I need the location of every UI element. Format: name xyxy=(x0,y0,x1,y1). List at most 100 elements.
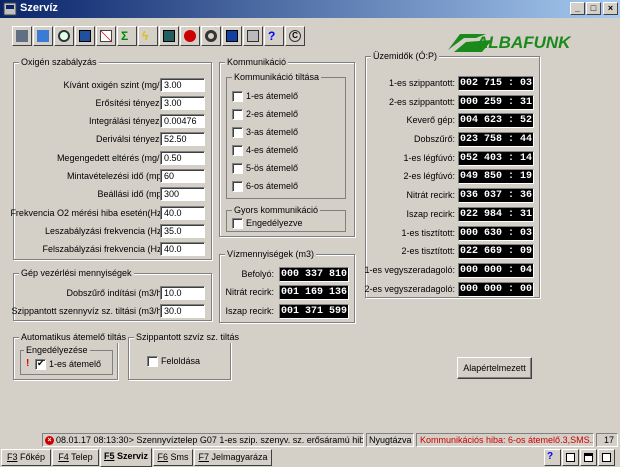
screen-icon[interactable] xyxy=(75,26,95,46)
uzem-label: 2-es tisztított: xyxy=(401,246,455,256)
oxigen-input[interactable]: 40.0 xyxy=(160,242,205,256)
gyors-title: Gyors kommunikáció xyxy=(232,205,321,216)
chart-icon[interactable] xyxy=(96,26,116,46)
uzem-label: 1-es szippantott: xyxy=(388,78,455,88)
uzem-label: 2-es vegyszeradagoló: xyxy=(364,284,455,294)
warning-icon: ! xyxy=(26,358,30,369)
uzemidok-title: Üzemidők (Ó:P) xyxy=(371,51,440,62)
tab-telep[interactable]: F4 Telep xyxy=(52,449,99,466)
oxigen-input[interactable]: 0.00476 xyxy=(160,114,205,128)
uzem-label: Nitrát recirk: xyxy=(406,190,455,200)
maximize-button[interactable]: □ xyxy=(586,2,601,15)
gep-input[interactable]: 10.0 xyxy=(160,286,205,300)
picture-icon[interactable] xyxy=(33,26,53,46)
gear-icon[interactable] xyxy=(201,26,221,46)
uzem-label: Dobszűrő: xyxy=(413,134,455,144)
uzem-label: 1-es tisztított: xyxy=(401,228,455,238)
viz-label: Nitrát recirk: xyxy=(225,287,274,297)
oxigen-input[interactable]: 3.00 xyxy=(160,78,205,92)
vizmennyisegek-group: Vízmennyiségek (m3) Befolyó: 000 337 810… xyxy=(219,249,355,323)
gep-input[interactable]: 30.0 xyxy=(160,304,205,318)
stop-icon[interactable] xyxy=(180,26,200,46)
printer-icon[interactable] xyxy=(243,26,263,46)
window-title: Szervíz xyxy=(20,2,58,14)
uzemidok-group: Üzemidők (Ó:P) 1-es szippantott: 002 715… xyxy=(364,51,540,298)
komm-checkbox-5[interactable] xyxy=(232,163,243,174)
tab-jelmagyarazat[interactable]: F7 Jelmagyaráza xyxy=(194,449,272,466)
komm-checkbox-1[interactable] xyxy=(232,91,243,102)
komm-checkbox-label: 6-os átemelő xyxy=(246,181,299,191)
oxigen-input[interactable]: 35.0 xyxy=(160,224,205,238)
komm-checkbox-6[interactable] xyxy=(232,181,243,192)
close-button[interactable]: × xyxy=(603,2,618,15)
status-error: Kommunikációs hiba: 6-os átemelő.3,SMS.2 xyxy=(416,433,594,447)
oxigen-label: Felszabályzási frekvencia (Hz): xyxy=(42,244,167,254)
gep-group: Gép vezérlési mennyiségek Dobszűrő indít… xyxy=(11,268,212,321)
windows-icon[interactable] xyxy=(222,26,242,46)
minimize-button[interactable]: _ xyxy=(570,2,585,15)
oxigen-input[interactable]: 300 xyxy=(160,187,205,201)
oxigen-label: Frekvencia O2 mérési hiba esetén(Hz): xyxy=(10,208,167,218)
oxigen-input[interactable]: 52.50 xyxy=(160,132,205,146)
komm-checkbox-2[interactable] xyxy=(232,109,243,120)
window-icon[interactable] xyxy=(562,449,579,466)
status-ack: Nyugtázva xyxy=(366,433,414,447)
tab-label: Telep xyxy=(68,452,93,462)
disk-icon[interactable] xyxy=(12,26,32,46)
oxigen-input[interactable]: 60 xyxy=(160,169,205,183)
oxigen-input[interactable]: 40.0 xyxy=(160,206,205,220)
komm-checkbox-4[interactable] xyxy=(232,145,243,156)
exit-icon[interactable] xyxy=(598,449,615,466)
status-message-panel: × 08.01.17 08:13:30> Szennyvíztelep G07 … xyxy=(42,433,364,447)
tab-fokep[interactable]: F3 Főkép xyxy=(1,449,51,466)
gep-label: Dobszűrő indítási (m3/h): xyxy=(66,288,167,298)
search-icon[interactable] xyxy=(54,26,74,46)
gep-label: Szippantott szennyvíz sz. tiltási (m3/h)… xyxy=(11,306,167,316)
tab-label: Főkép xyxy=(17,452,46,462)
szippantott-title: Szippantott szvíz sz. tiltás xyxy=(134,332,242,343)
uzem-value: 049 850 : 19 xyxy=(458,169,534,184)
tab-sms[interactable]: F6 Sms xyxy=(153,449,193,466)
viz-value: 001 169 136 xyxy=(279,285,349,300)
tab-key: F4 xyxy=(58,452,69,462)
help-icon[interactable]: ? xyxy=(264,26,284,46)
komm-checkbox-label: 1-es átemelő xyxy=(246,91,299,101)
oxigen-label: Erősítési tényező: xyxy=(95,98,167,108)
oxigen-title: Oxigén szabályzás xyxy=(19,57,99,68)
oxigen-label: Leszabályzási frekvencia (Hz): xyxy=(44,226,167,236)
uzem-value: 000 000 : 04 xyxy=(458,263,534,278)
uzem-label: 2-es szippantott: xyxy=(388,97,455,107)
flash-icon[interactable]: ϟ xyxy=(138,26,158,46)
copyright-icon[interactable]: C xyxy=(285,26,305,46)
komm-checkbox-3[interactable] xyxy=(232,127,243,138)
tab-label: Sms xyxy=(168,452,189,462)
tab-szerviz[interactable]: F5 Szerviz xyxy=(100,448,152,467)
uzem-value: 052 403 : 14 xyxy=(458,151,534,166)
uzem-value: 023 758 : 44 xyxy=(458,132,534,147)
engedelyezes-group: Engedélyezése ! ✔ 1-es átemelő xyxy=(20,345,113,375)
app-icon xyxy=(3,2,17,16)
oxigen-input[interactable]: 0.50 xyxy=(160,151,205,165)
sum-icon[interactable]: Σ xyxy=(117,26,137,46)
uzem-label: 2-es légfúvó: xyxy=(403,171,455,181)
logo-text: ALBAFUNK xyxy=(475,33,572,52)
oxigen-input[interactable]: 3.00 xyxy=(160,96,205,110)
tab-label: Jelmagyaráza xyxy=(208,452,268,462)
layout-icon[interactable] xyxy=(580,449,597,466)
help-icon[interactable]: ? xyxy=(544,449,561,466)
engedelyezve-label: Engedélyezve xyxy=(246,218,303,228)
feloldasa-checkbox[interactable] xyxy=(147,356,158,367)
komm-checkbox-label: 5-ös átemelő xyxy=(246,163,299,173)
feloldasa-label: Feloldása xyxy=(161,356,201,366)
tab-key: F5 xyxy=(103,451,115,461)
alapertelmezett-button[interactable]: Alapértelmezett xyxy=(457,357,532,379)
engedelyezve-checkbox[interactable] xyxy=(232,218,243,229)
auto-checkbox[interactable]: ✔ xyxy=(35,358,46,370)
viz-value: 000 337 810 xyxy=(279,267,349,282)
tiltasa-title: Kommunikáció tiltása xyxy=(232,72,322,83)
viz-label: Iszap recirk: xyxy=(225,306,274,316)
szippantott-group: Szippantott szvíz sz. tiltás Feloldása xyxy=(128,332,242,380)
calculator-icon[interactable] xyxy=(159,26,179,46)
oxigen-label: Mintavételezési idő (mp): xyxy=(66,171,167,181)
oxigen-label: Deriválsi tényező: xyxy=(95,134,167,144)
